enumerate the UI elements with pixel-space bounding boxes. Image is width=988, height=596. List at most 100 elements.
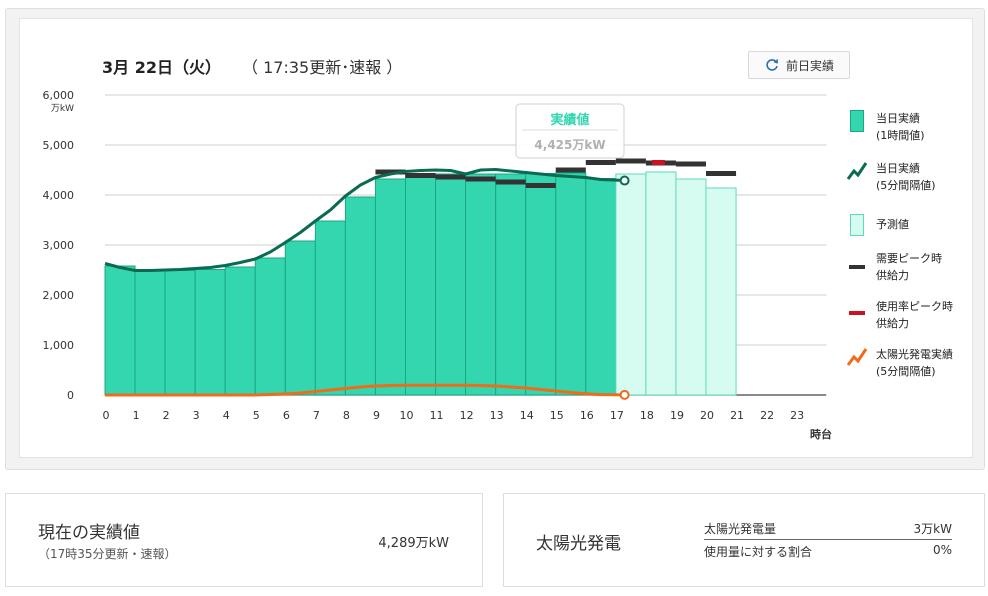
demand-peak-marker [435,174,466,180]
actual-bar [104,265,136,396]
x-tick-label: 11 [430,409,444,422]
actual-bar [585,178,617,396]
x-tick-label: 8 [343,409,350,422]
x-tick-label: 19 [670,409,684,422]
actual-bar [374,178,407,396]
current-actual-card: 現在の実績値 （17時35分更新・速報） 4,289万kW [5,493,483,587]
forecast-bar [615,173,647,396]
solar-ratio-label: 使用量に対する割合 [704,545,813,559]
y-axis-unit: 万kW [51,104,74,114]
y-tick-label: 2,000 [43,289,75,302]
legend-solar: 太陽光発電実績 (5分間隔値) [846,346,953,380]
solar-ratio-row: 使用量に対する割合 0% [704,543,952,560]
x-tick-label: 15 [550,409,564,422]
legend-label: 太陽光発電実績 (5分間隔値) [876,348,953,378]
y-tick-label: 1,000 [43,339,75,352]
current-actual-update: （17時35分更新・速報） [38,547,177,561]
legend-actual-hourly: 当日実績 (1時間値) [846,110,925,144]
current-actual-title: 現在の実績値 [38,523,140,543]
x-tick-label: 2 [163,409,170,422]
x-tick-label: 4 [223,409,230,422]
x-tick-label: 10 [400,409,414,422]
legend-actual-5min: 当日実績 (5分間隔値) [846,160,936,194]
current-actual-value: 4,289万kW [378,536,449,551]
demand-peak-marker [465,176,496,182]
solar-card-title: 太陽光発電 [536,534,621,554]
actual-bar [435,173,467,396]
actual-bar [194,269,226,396]
x-tick-label: 9 [373,409,380,422]
x-tick-label: 13 [490,409,504,422]
demand-peak-marker [675,161,706,167]
legend-demand-peak: 需要ピーク時 供給力 [846,250,942,284]
solar-line-icon [846,346,868,368]
legend-label: 需要ピーク時 供給力 [876,252,942,282]
actual-bar [284,240,316,396]
x-tick-label: 1 [133,409,140,422]
forecast-bar [705,187,737,396]
legend-swatch-forecast [846,214,868,236]
forecast-bar [675,178,707,396]
demand-peak-marker [585,160,616,165]
solar-card: 太陽光発電 太陽光発電量 3万kW 使用量に対する割合 0% [503,493,985,587]
usage-peak-marker [651,160,665,165]
legend-forecast: 予測値 [846,214,909,236]
legend-label: 予測値 [876,218,909,231]
solar-ratio-value: 0% [932,543,952,557]
chart-tooltip: 実績値 4,425万kW [515,103,625,159]
chart-bars [104,171,737,396]
legend-swatch-demand-peak [846,250,868,272]
actual-bar [134,270,166,396]
tooltip-value: 4,425万kW [534,138,605,152]
actual-bar [314,220,346,396]
actual-bar [344,196,376,396]
x-tick-label: 5 [253,409,260,422]
x-tick-label: 12 [460,409,474,422]
actual-bar [164,270,196,396]
x-tick-label: 3 [193,409,200,422]
demand-peak-marker [615,158,646,164]
x-tick-label: 16 [580,409,594,422]
trend-line-icon [846,160,868,182]
actual-5min-line-endpoint [619,175,630,186]
demand-peak-marker [495,179,526,185]
legend-label: 当日実績 (1時間値) [876,112,925,142]
legend-swatch-actual-hourly [846,110,868,132]
actual-bar [254,257,286,396]
actual-bar [405,174,437,396]
x-tick-label: 17 [610,409,624,422]
demand-peak-marker [405,173,436,178]
solar-line-endpoint [619,389,630,400]
solar-amount-value: 3万kW [913,522,952,536]
y-tick-label: 0 [67,389,74,402]
legend-label: 使用率ピーク時 供給力 [876,300,953,330]
y-tick-label: 3,000 [43,239,75,252]
x-tick-label: 23 [790,409,804,422]
tooltip-title: 実績値 [550,112,589,128]
actual-bar [224,266,256,396]
actual-bar [495,173,527,396]
x-tick-label: 7 [313,409,320,422]
demand-peak-marker [706,171,737,176]
legend-usage-peak: 使用率ピーク時 供給力 [846,298,953,332]
actual-bar [525,173,557,396]
x-tick-label: 14 [520,409,534,422]
x-tick-label: 18 [640,409,654,422]
x-tick-label: 22 [760,409,774,422]
x-axis-label: 時台 [810,427,832,441]
y-tick-label: 6,000 [43,89,75,102]
solar-amount-row: 太陽光発電量 3万kW [704,520,952,540]
demand-peak-marker [525,183,556,188]
forecast-bar [645,171,677,396]
x-tick-label: 20 [700,409,714,422]
y-tick-label: 4,000 [43,189,75,202]
legend-swatch-usage-peak [846,298,868,320]
legend-label: 当日実績 (5分間隔値) [876,162,936,192]
x-tick-label: 0 [103,409,110,422]
actual-bar [465,173,497,396]
demand-peak-marker [555,167,586,173]
demand-chart: 01,0002,0003,0004,0005,0006,000万kW0 1 2 3 4 5… [43,89,833,441]
y-tick-label: 5,000 [43,139,75,152]
x-tick-label: 21 [730,409,744,422]
actual-bar [555,172,587,396]
